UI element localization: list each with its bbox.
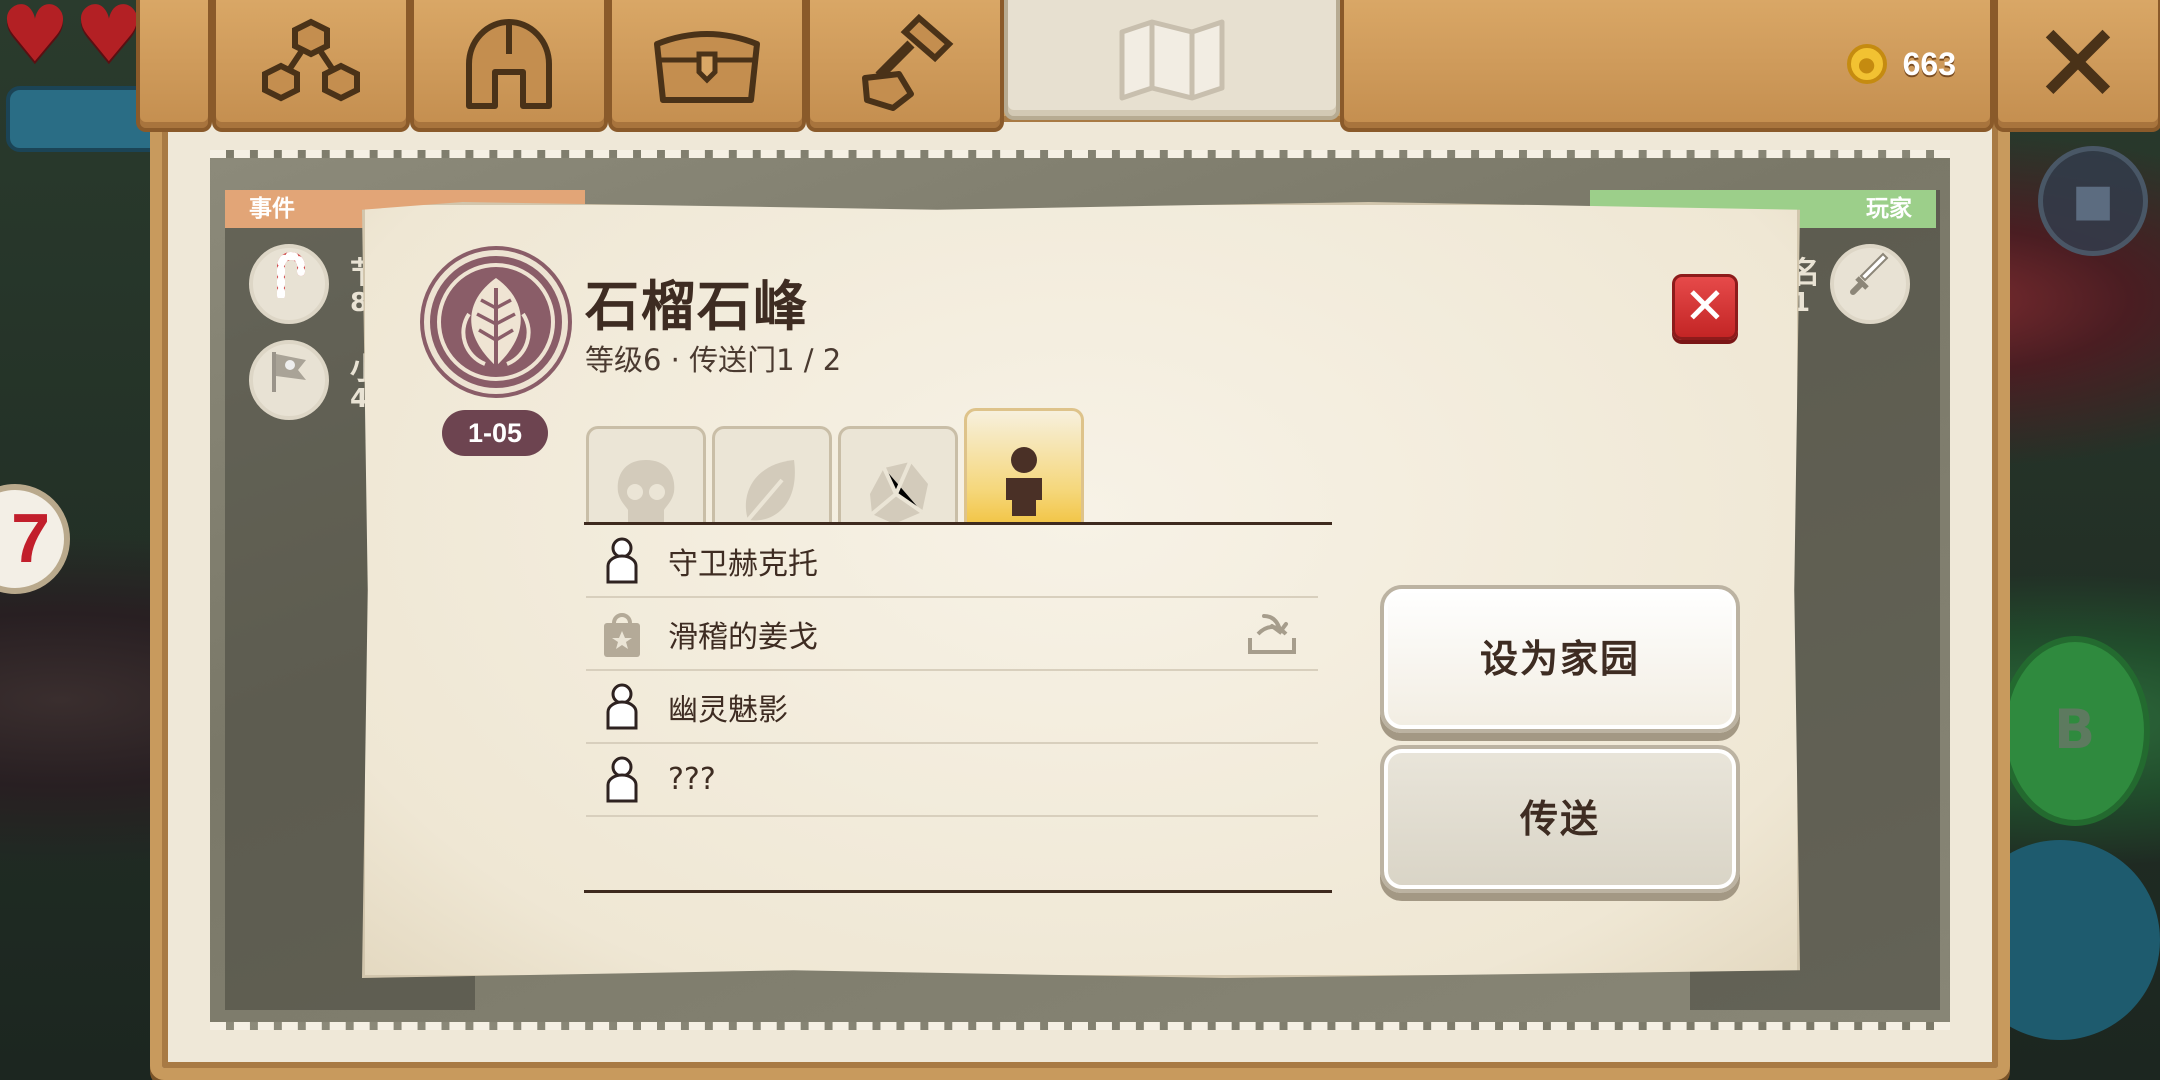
- tab-monsters[interactable]: [586, 426, 706, 524]
- tab-skills[interactable]: [212, 0, 410, 132]
- health-hearts: ♥ ♥: [0, 0, 144, 80]
- gold-coin-icon: ●: [1846, 44, 1887, 84]
- skull-icon: [617, 460, 675, 524]
- leaf-icon: [461, 278, 531, 366]
- candy-cane-icon[interactable]: [249, 244, 329, 324]
- location-emblem: [424, 250, 568, 394]
- download-icon[interactable]: [1246, 612, 1298, 656]
- list-item[interactable]: 守卫赫克托: [586, 525, 1318, 598]
- dialog-close-button[interactable]: ✕: [1672, 274, 1738, 340]
- ore-icon: [870, 461, 928, 524]
- list-item[interactable]: 幽灵魅影: [586, 671, 1318, 744]
- leaf-icon: [745, 460, 795, 522]
- helmet-icon: [466, 19, 552, 109]
- crafting-hammer-icon: [862, 14, 954, 111]
- tab-npcs[interactable]: [964, 408, 1084, 524]
- tab-crafting[interactable]: [806, 0, 1004, 132]
- sword-icon[interactable]: [1830, 244, 1910, 324]
- heart-icon: ♥: [0, 0, 70, 80]
- location-title: 石榴石峰: [585, 275, 809, 338]
- tab-map[interactable]: [1004, 0, 1340, 120]
- list-bottom-line: [584, 890, 1332, 893]
- person-outline-icon: [592, 750, 652, 810]
- list-item[interactable]: 滑稽的姜戈: [586, 598, 1318, 671]
- teleport-button[interactable]: 传送: [1380, 745, 1740, 893]
- tab-equipment[interactable]: [410, 0, 608, 132]
- npc-name: 幽灵魅影: [668, 692, 788, 728]
- top-tab-bar: ● 663 ✕: [136, 0, 2160, 134]
- set-home-button[interactable]: 设为家园: [1380, 585, 1740, 733]
- person-outline-icon: [592, 677, 652, 737]
- npc-name: ???: [668, 762, 716, 797]
- tab-ores[interactable]: [838, 426, 958, 524]
- b-button[interactable]: B: [2000, 636, 2150, 826]
- camera-button[interactable]: ■: [2038, 146, 2148, 256]
- tab-plants[interactable]: [712, 426, 832, 524]
- map-icon: [1119, 19, 1225, 101]
- pirate-flag-icon[interactable]: [249, 340, 329, 420]
- npc-name: 守卫赫克托: [668, 546, 818, 582]
- tab-chest[interactable]: [608, 0, 806, 132]
- location-subtitle: 等级6 · 传送门1 / 2: [585, 343, 842, 377]
- tab-edge: [136, 0, 212, 132]
- npc-name: 滑稽的姜戈: [668, 619, 818, 655]
- skill-tree-icon: [262, 18, 360, 102]
- close-menu-button[interactable]: ✕: [1994, 0, 2160, 132]
- person-icon: [1006, 447, 1042, 516]
- level-range-badge: 1-05: [442, 410, 548, 456]
- person-outline-icon: [592, 531, 652, 591]
- currency-display: ● 663: [1340, 0, 1994, 132]
- close-icon: ✕: [2031, 0, 2125, 128]
- list-item[interactable]: ???: [586, 744, 1318, 817]
- chest-icon: [654, 31, 760, 103]
- shop-bag-icon: [592, 604, 652, 664]
- heart-icon: ♥: [74, 0, 144, 80]
- coin-count: 663: [1902, 45, 1956, 82]
